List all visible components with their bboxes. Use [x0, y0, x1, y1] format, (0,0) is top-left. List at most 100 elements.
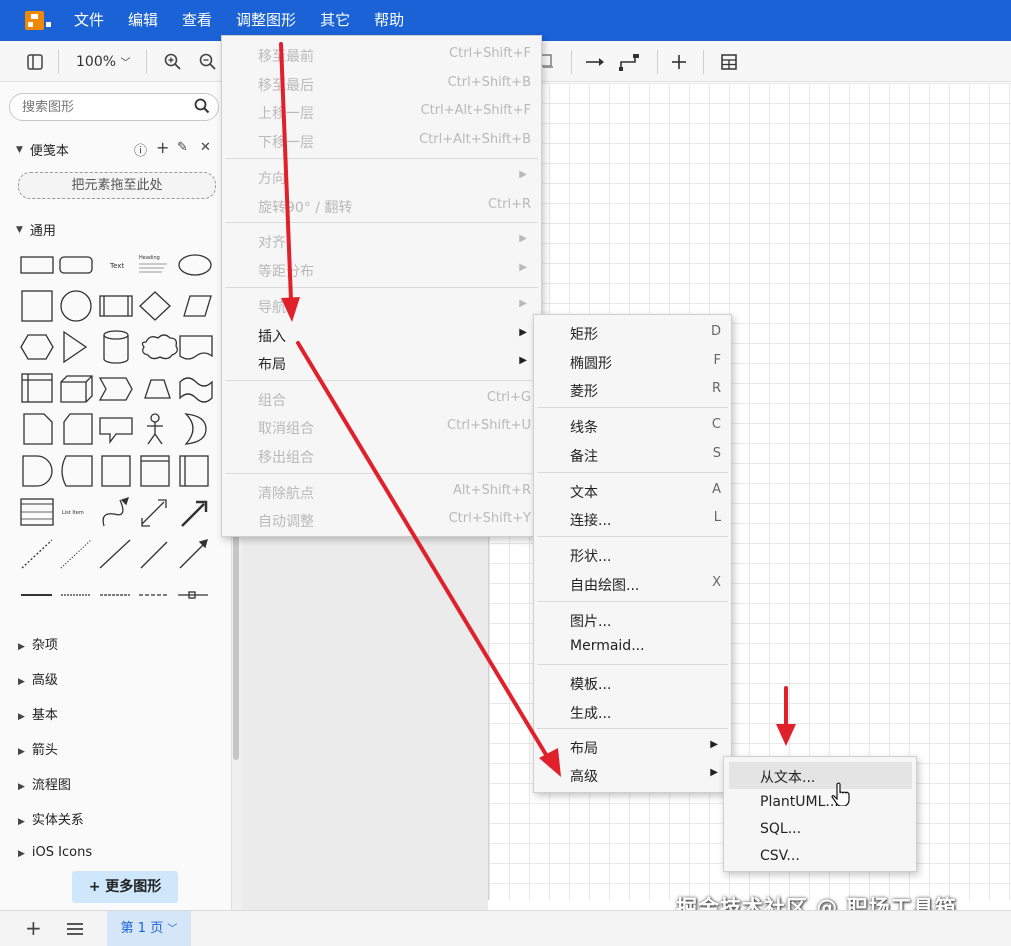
menu-item-direction[interactable]: 方向 ▶: [222, 163, 541, 190]
shape-triangle[interactable]: [63, 330, 88, 364]
search-input[interactable]: [22, 94, 192, 120]
category-entity-relation[interactable]: ▶ 实体关系: [18, 809, 84, 828]
category-arrows[interactable]: ▶ 箭头: [18, 739, 58, 758]
category-flowchart[interactable]: ▶ 流程图: [18, 774, 71, 793]
add-page-icon[interactable]: +: [25, 916, 42, 940]
shape-delay[interactable]: [22, 455, 53, 487]
add-icon[interactable]: +: [156, 138, 169, 157]
shape-internal-storage[interactable]: [21, 373, 53, 403]
category-ios-icons[interactable]: ▶ iOS Icons: [18, 845, 92, 860]
shape-actor[interactable]: [150, 413, 160, 423]
menu-item-group[interactable]: 组合 Ctrl+G: [222, 385, 541, 412]
insert-text[interactable]: 文本 A: [534, 477, 731, 504]
shape-dotted-line[interactable]: [60, 539, 92, 569]
drawio-logo-icon[interactable]: [25, 11, 51, 30]
advanced-sql[interactable]: SQL...: [724, 816, 916, 843]
insert-image[interactable]: 图片...: [534, 606, 731, 633]
shape-bidirectional-connector[interactable]: [140, 541, 168, 569]
zoom-in-icon[interactable]: [164, 53, 182, 71]
shape-card[interactable]: [63, 413, 93, 445]
insert-rhombus[interactable]: 菱形 R: [534, 376, 731, 403]
insert-mermaid[interactable]: Mermaid...: [534, 633, 731, 660]
shape-process[interactable]: [99, 295, 133, 317]
shape-cylinder[interactable]: [103, 330, 129, 364]
shape-circle[interactable]: [60, 290, 92, 322]
shape-trapezoid[interactable]: [144, 379, 171, 399]
shape-cloud[interactable]: [141, 334, 178, 360]
insert-advanced[interactable]: 高级 ▶: [534, 761, 731, 788]
category-advanced[interactable]: ▶ 高级: [18, 669, 58, 688]
shape-tape[interactable]: [179, 377, 213, 403]
help-icon[interactable]: ⓘ: [134, 140, 147, 159]
page-tab[interactable]: 第 1 页 ﹀: [107, 911, 191, 946]
edit-pencil-icon[interactable]: ✎: [177, 140, 188, 155]
shape-text[interactable]: Text: [109, 262, 124, 270]
menu-item-distribute[interactable]: 等距分布 ▶: [222, 256, 541, 283]
menu-item-bring-forward[interactable]: 上移一层 Ctrl+Alt+Shift+F: [222, 98, 541, 125]
scratchpad-dropzone[interactable]: 把元素拖至此处: [18, 172, 216, 199]
menu-item-remove-from-group[interactable]: 移出组合: [222, 442, 541, 469]
insert-freehand[interactable]: 自由绘图... X: [534, 570, 731, 597]
shape-rounded-rectangle[interactable]: [59, 256, 93, 274]
general-section-header[interactable]: ▼ 通用: [16, 220, 56, 239]
advanced-csv[interactable]: CSV...: [724, 843, 916, 870]
insert-note[interactable]: 备注 S: [534, 441, 731, 468]
menu-item-ungroup[interactable]: 取消组合 Ctrl+Shift+U: [222, 413, 541, 440]
shape-directional-connector[interactable]: [179, 541, 207, 569]
shape-dashed-line[interactable]: [21, 539, 53, 569]
category-misc[interactable]: ▶ 杂项: [18, 634, 58, 653]
advanced-plantuml[interactable]: PlantUML...: [724, 789, 916, 816]
shape-line[interactable]: [99, 539, 131, 569]
insert-layout[interactable]: 布局 ▶: [534, 733, 731, 760]
shape-curve[interactable]: [102, 499, 124, 527]
menu-item-navigation[interactable]: 导航 ▶: [222, 292, 541, 319]
menu-item-align[interactable]: 对齐 ▶: [222, 227, 541, 254]
insert-shapes[interactable]: 形状...: [534, 541, 731, 568]
scratchpad-header[interactable]: ▼ 便笺本: [16, 140, 69, 159]
shape-hexagon[interactable]: [20, 334, 54, 360]
shape-data-storage[interactable]: [61, 455, 93, 487]
shape-document[interactable]: [179, 335, 213, 360]
shape-bidirectional-arrow[interactable]: [141, 499, 167, 527]
shape-diamond[interactable]: [139, 291, 171, 321]
search-icon[interactable]: [194, 97, 210, 115]
pages-menu-icon[interactable]: [66, 922, 84, 936]
insert-link[interactable]: 连接... L: [534, 505, 731, 532]
menu-item-rotate-flip[interactable]: 旋转90° / 翻转 Ctrl+R: [222, 192, 541, 219]
shape-or[interactable]: [184, 413, 207, 445]
shape-heading[interactable]: Heading: [139, 255, 160, 261]
more-shapes-button[interactable]: + 更多图形: [72, 871, 178, 903]
shape-rectangle[interactable]: [20, 256, 54, 274]
insert-line[interactable]: 线条 C: [534, 412, 731, 439]
sidebar-scrollbar-thumb[interactable]: [233, 530, 239, 760]
shape-square-2[interactable]: [101, 455, 131, 487]
shape-square[interactable]: [21, 290, 53, 322]
insert-plus-icon[interactable]: [671, 54, 687, 70]
close-icon[interactable]: ✕: [200, 140, 211, 155]
insert-ellipse[interactable]: 椭圆形 F: [534, 348, 731, 375]
menu-view[interactable]: 查看: [170, 0, 224, 41]
zoom-out-icon[interactable]: [199, 53, 217, 71]
menu-file[interactable]: 文件: [62, 0, 116, 41]
insert-template[interactable]: 模板...: [534, 669, 731, 696]
shape-arrow[interactable]: [181, 500, 208, 527]
table-icon[interactable]: [721, 54, 737, 70]
menu-item-send-backward[interactable]: 下移一层 Ctrl+Alt+Shift+B: [222, 127, 541, 154]
shape-list-item[interactable]: List Item: [62, 510, 84, 516]
sidebar-toggle-icon[interactable]: [27, 54, 43, 70]
connection-arrow-icon[interactable]: [585, 56, 605, 68]
menu-item-layout[interactable]: 布局 ▶: [222, 349, 541, 376]
advanced-from-text[interactable]: 从文本...: [729, 762, 912, 789]
shape-search[interactable]: [9, 93, 219, 121]
category-basic[interactable]: ▶ 基本: [18, 704, 58, 723]
menu-edit[interactable]: 编辑: [116, 0, 170, 41]
menu-item-to-front[interactable]: 移至最前 Ctrl+Shift+F: [222, 41, 541, 68]
menu-item-to-back[interactable]: 移至最后 Ctrl+Shift+B: [222, 70, 541, 97]
shape-callout[interactable]: [99, 417, 133, 444]
menu-item-clear-waypoints[interactable]: 清除航点 Alt+Shift+R: [222, 478, 541, 505]
shape-parallelogram[interactable]: [183, 295, 212, 317]
menu-item-autosize[interactable]: 自动调整 Ctrl+Shift+Y: [222, 506, 541, 533]
shape-step[interactable]: [98, 377, 133, 401]
zoom-level[interactable]: 100% ﹀: [76, 54, 130, 70]
insert-generate[interactable]: 生成...: [534, 698, 731, 725]
